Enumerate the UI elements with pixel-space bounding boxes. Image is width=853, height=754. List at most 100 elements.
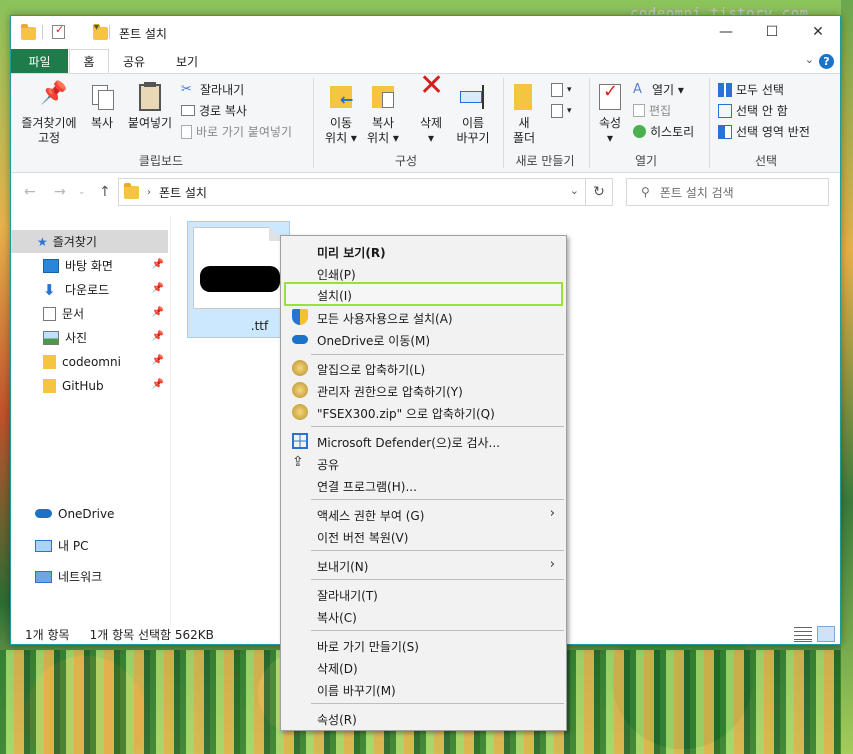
- tab-home[interactable]: 홈: [69, 49, 109, 73]
- search-input[interactable]: ⚲ 폰트 설치 검색: [626, 178, 829, 206]
- recent-chevron-icon[interactable]: ⌄: [78, 187, 86, 197]
- pin-icon[interactable]: 📌: [152, 379, 164, 390]
- up-arrow-icon[interactable]: ↑: [99, 184, 111, 200]
- sidebar-item-favorites[interactable]: ★ 즐겨찾기: [11, 230, 168, 253]
- refresh-button[interactable]: ↻: [586, 178, 613, 206]
- menu-item-cut[interactable]: 잘라내기(T): [284, 583, 563, 605]
- minimize-button[interactable]: —: [703, 16, 749, 48]
- pin-icon[interactable]: 📌: [152, 355, 164, 366]
- star-icon: ★: [37, 234, 48, 249]
- paste-shortcut-icon: [181, 124, 192, 139]
- menu-item-open-with[interactable]: 연결 프로그램(H)...: [284, 474, 563, 496]
- submenu-arrow-icon: ›: [549, 557, 555, 572]
- pin-icon[interactable]: 📌: [152, 283, 164, 294]
- document-icon: [43, 306, 56, 321]
- divider: [313, 78, 314, 168]
- tab-file[interactable]: 파일: [11, 49, 68, 73]
- rename-button[interactable]: 이름 바꾸기: [453, 82, 493, 146]
- pin-icon[interactable]: 📌: [152, 259, 164, 270]
- divider: [503, 78, 504, 168]
- copy-to-icon: [368, 82, 398, 112]
- move-to-button[interactable]: ← 이동 위치 ▾: [321, 82, 361, 146]
- copy-to-button[interactable]: 복사 위치 ▾: [363, 82, 403, 146]
- menu-item-properties[interactable]: 속성(R): [284, 707, 563, 729]
- close-button[interactable]: ✕: [795, 16, 840, 48]
- menu-item-share[interactable]: ⇪ 공유: [284, 452, 563, 474]
- scissors-icon: ✂: [181, 82, 192, 97]
- help-button[interactable]: ?: [819, 54, 834, 69]
- menu-item-alzip[interactable]: 알집으로 압축하기(L): [284, 357, 563, 379]
- forward-arrow-icon[interactable]: →: [54, 184, 66, 200]
- select-all-icon: [718, 82, 732, 97]
- copy-path-button[interactable]: 경로 복사: [181, 101, 247, 120]
- quick-access-dropdown-icon[interactable]: ▾: [94, 22, 99, 38]
- chevron-down-icon[interactable]: ⌄: [805, 53, 814, 66]
- sidebar-item-downloads[interactable]: ⬇ 다운로드 📌: [11, 278, 168, 301]
- menu-item-copy[interactable]: 복사(C): [284, 605, 563, 627]
- maximize-button[interactable]: ☐: [749, 16, 795, 48]
- edit-button[interactable]: 편집: [633, 101, 671, 120]
- easy-access-icon: [551, 103, 563, 118]
- menu-item-rename[interactable]: 이름 바꾸기(M): [284, 678, 563, 700]
- menu-item-label: 이름 바꾸기(M): [317, 684, 396, 698]
- select-none-button[interactable]: 선택 안 함: [718, 101, 788, 120]
- menu-item-alzip-named[interactable]: "FSEX300.zip" 으로 압축하기(Q): [284, 401, 563, 423]
- menu-item-move-to-onedrive[interactable]: OneDrive로 이동(M): [284, 328, 563, 350]
- new-item-button[interactable]: ▾: [551, 80, 572, 99]
- menu-item-send-to[interactable]: 보내기(N) ›: [284, 554, 563, 576]
- delete-button[interactable]: ✕ 삭제 ▾: [411, 71, 451, 146]
- invert-selection-button[interactable]: 선택 영역 반전: [718, 122, 810, 141]
- sidebar-item-onedrive[interactable]: OneDrive: [11, 502, 168, 525]
- menu-item-create-shortcut[interactable]: 바로 가기 만들기(S): [284, 634, 563, 656]
- history-button[interactable]: 히스토리: [633, 122, 694, 141]
- menu-item-restore-versions[interactable]: 이전 버전 복원(V): [284, 525, 563, 547]
- menu-item-print[interactable]: 인쇄(P): [284, 262, 563, 284]
- details-view-button[interactable]: [794, 626, 812, 642]
- copy-icon: [87, 82, 117, 112]
- share-icon: ⇪: [292, 454, 304, 470]
- new-folder-button[interactable]: 새 폴더: [509, 82, 539, 146]
- select-all-button[interactable]: 모두 선택: [718, 80, 784, 99]
- tab-view[interactable]: 보기: [167, 49, 207, 73]
- sidebar-item-github[interactable]: GitHub 📌: [11, 374, 168, 397]
- sidebar-item-codeomni[interactable]: codeomni 📌: [11, 350, 168, 373]
- paste-button[interactable]: 붙여넣기: [123, 82, 177, 131]
- menu-item-delete[interactable]: 삭제(D): [284, 656, 563, 678]
- large-icons-view-button[interactable]: [817, 626, 835, 642]
- file-item[interactable]: .ttf: [187, 221, 290, 338]
- sidebar-item-this-pc[interactable]: 내 PC: [11, 534, 168, 557]
- sidebar-item-network[interactable]: 네트워크: [11, 565, 168, 588]
- paste-shortcut-button[interactable]: 바로 가기 붙여넣기: [181, 122, 292, 141]
- copy-button[interactable]: 복사: [85, 82, 119, 131]
- folder-icon: [43, 354, 56, 369]
- rename-icon: [458, 82, 488, 112]
- properties-button[interactable]: ✓ 속성 ▾: [593, 82, 627, 146]
- window-title: 폰트 설치: [119, 27, 167, 41]
- pin-to-quick-access-button[interactable]: 📌 즐겨찾기에 고정: [17, 82, 81, 146]
- tab-share[interactable]: 공유: [114, 49, 154, 73]
- open-button[interactable]: A 열기 ▾: [633, 80, 684, 99]
- cut-button[interactable]: ✂ 잘라내기: [181, 80, 244, 99]
- properties-check-icon[interactable]: ✓: [52, 23, 65, 39]
- new-item-icon: [551, 82, 563, 97]
- address-dropdown-icon[interactable]: ⌄: [570, 184, 579, 197]
- menu-item-give-access[interactable]: 액세스 권한 부여 (G) ›: [284, 503, 563, 525]
- back-arrow-icon[interactable]: ←: [24, 184, 36, 200]
- history-icon: [633, 125, 646, 138]
- address-bar[interactable]: › 폰트 설치 ⌄: [118, 178, 586, 206]
- breadcrumb[interactable]: 폰트 설치: [159, 184, 207, 201]
- sidebar-item-pictures[interactable]: 사진 📌: [11, 326, 168, 349]
- menu-item-preview[interactable]: 미리 보기(R): [284, 240, 563, 262]
- menu-separator: [311, 550, 564, 551]
- menu-item-defender-scan[interactable]: Microsoft Defender(으)로 검사...: [284, 430, 563, 452]
- sidebar-item-desktop[interactable]: 바탕 화면 📌: [11, 254, 168, 277]
- sidebar-item-documents[interactable]: 문서 📌: [11, 302, 168, 325]
- easy-access-button[interactable]: ▾: [551, 101, 572, 120]
- menu-item-alzip-admin[interactable]: 관리자 권한으로 압축하기(Y): [284, 379, 563, 401]
- menu-item-install-all-users[interactable]: 모든 사용자용으로 설치(A): [284, 306, 563, 328]
- menu-item-label: 관리자 권한으로 압축하기(Y): [317, 385, 463, 399]
- pin-icon[interactable]: 📌: [152, 307, 164, 318]
- pin-icon[interactable]: 📌: [152, 331, 164, 342]
- menu-item-install[interactable]: 설치(I): [284, 282, 563, 306]
- desktop-icon: [43, 258, 59, 273]
